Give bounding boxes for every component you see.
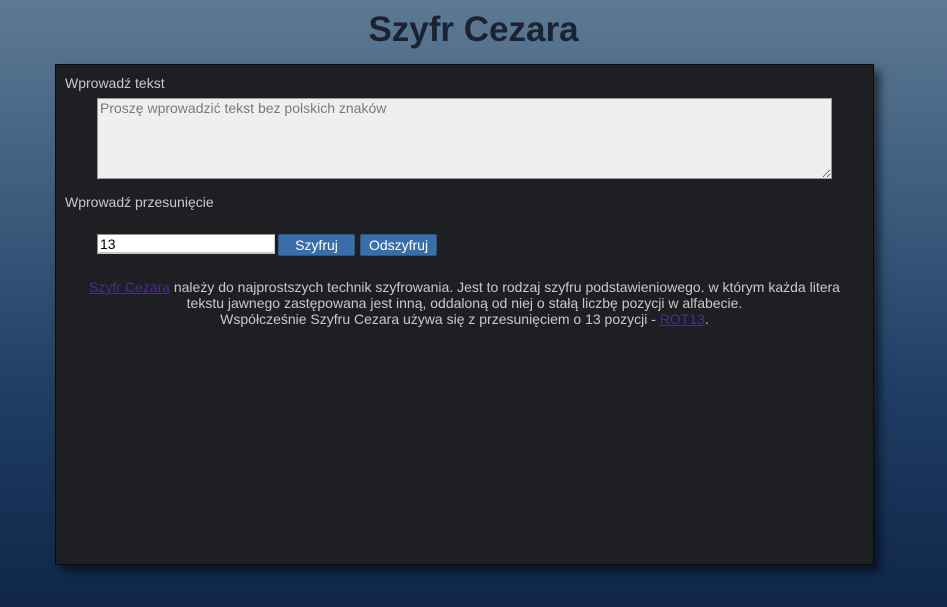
page-title: Szyfr Cezara (368, 10, 579, 49)
main-panel: Wprowadź tekst Wprowadź przesunięcie Szy… (55, 64, 874, 565)
caesar-cipher-link[interactable]: Szyfr Cezara (89, 279, 170, 295)
rot13-link[interactable]: ROT13 (660, 311, 705, 327)
description-line-3-text: Współcześnie Szyfru Cezara używa się z p… (220, 311, 660, 327)
shift-input[interactable] (97, 234, 275, 254)
description-line-2: tekstu jawnego zastępowana jest inną, od… (186, 295, 743, 311)
description-line-3: Współcześnie Szyfru Cezara używa się z p… (56, 311, 873, 327)
encrypt-button[interactable]: Szyfruj (278, 234, 355, 256)
description-line-1-text: należy do najprostszych technik szyfrowa… (169, 279, 840, 295)
text-label: Wprowadź tekst (65, 75, 165, 91)
shift-label: Wprowadź przesunięcie (65, 194, 214, 210)
decrypt-button[interactable]: Odszyfruj (360, 234, 437, 256)
description: Szyfr Cezara należy do najprostszych tec… (56, 279, 873, 327)
text-input[interactable] (97, 98, 832, 179)
description-line-3-end: . (704, 311, 709, 327)
description-line-1: Szyfr Cezara należy do najprostszych tec… (56, 279, 873, 295)
